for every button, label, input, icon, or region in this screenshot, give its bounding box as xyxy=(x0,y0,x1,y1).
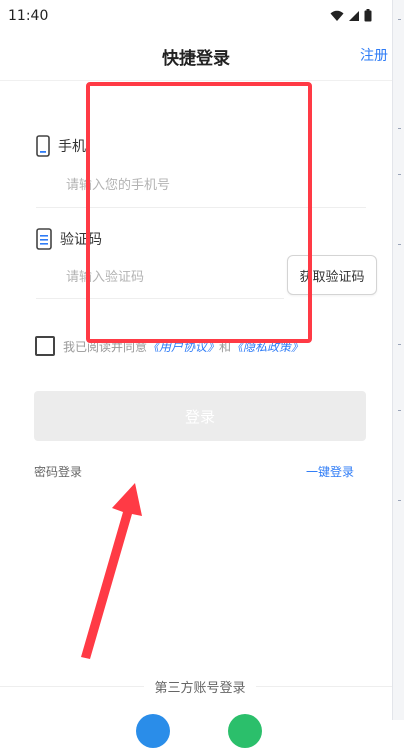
annotation-arrow xyxy=(81,483,142,659)
login-page: 11:40 快捷登录 注册 手机 请输入您的手机号 验证码 请输入验证码 获取验… xyxy=(0,0,392,748)
adjacent-window-strip xyxy=(392,0,404,720)
